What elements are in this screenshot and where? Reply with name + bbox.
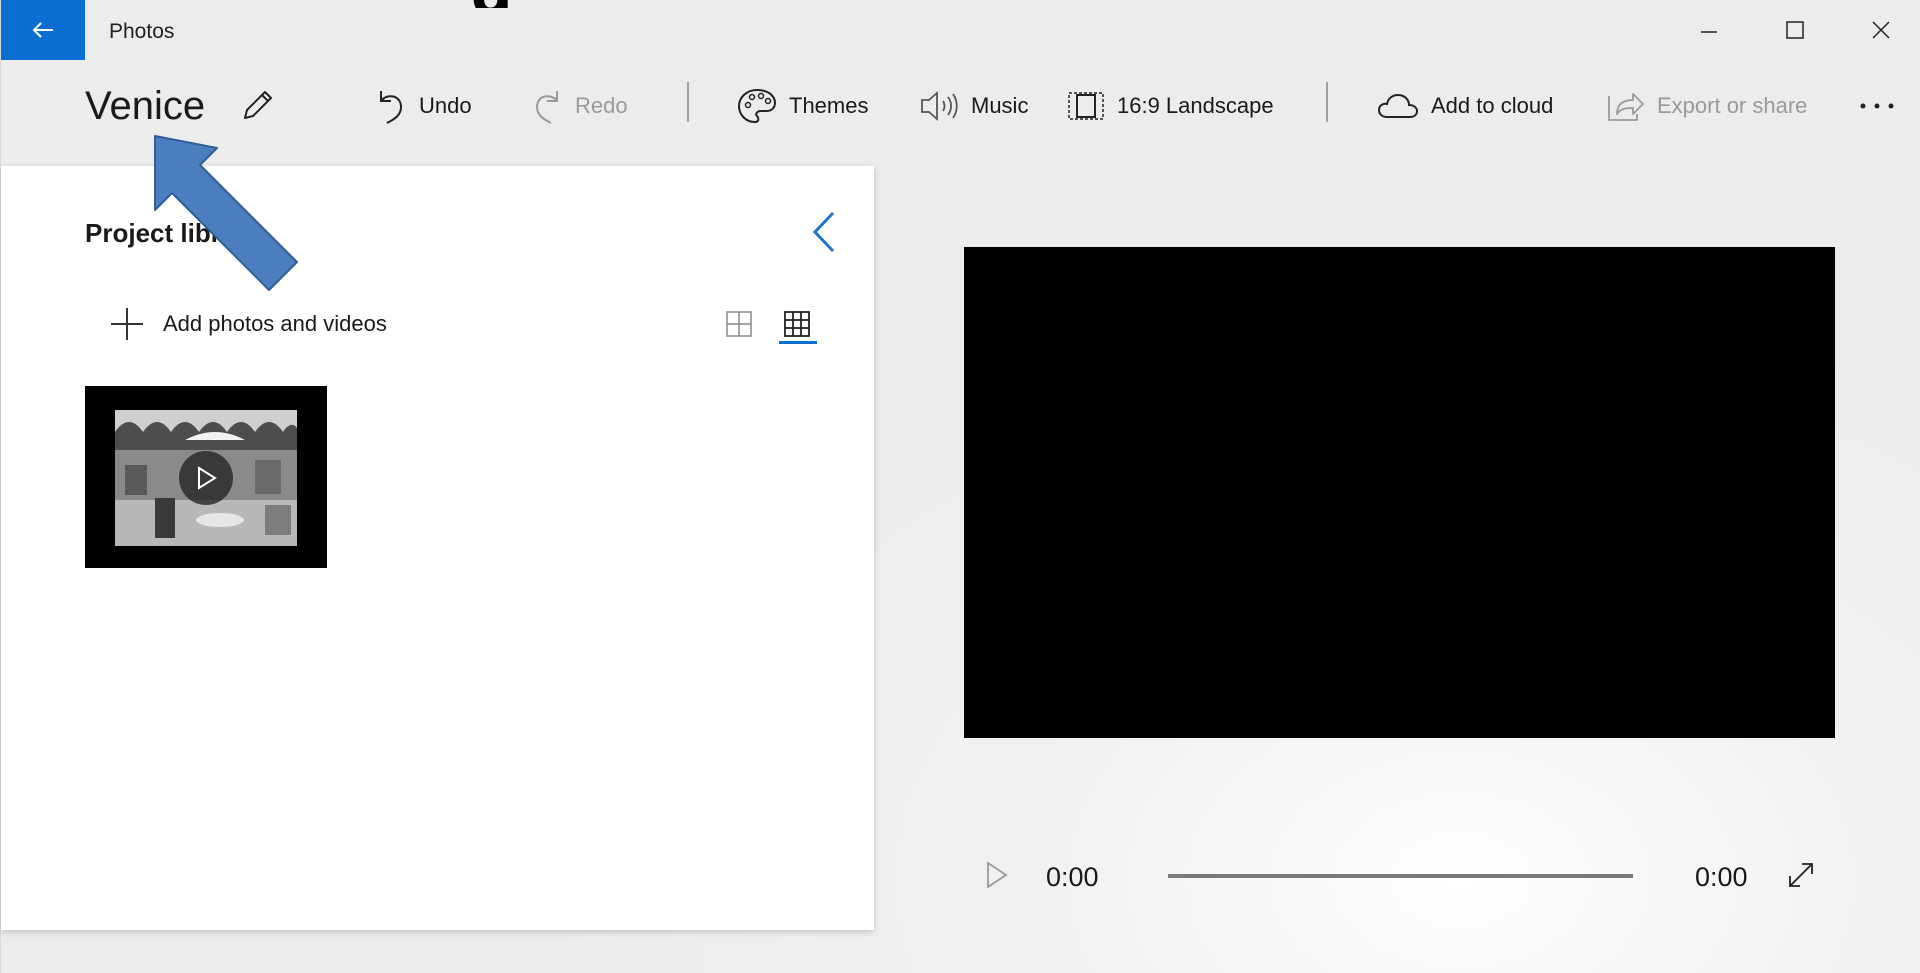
play-icon [198,466,217,490]
themes-label: Themes [789,93,869,118]
large-grid-view-button[interactable] [721,306,757,342]
export-share-label: Export or share [1657,93,1808,118]
more-options-button[interactable] [1859,86,1899,126]
add-to-cloud-label: Add to cloud [1431,93,1554,118]
rename-button[interactable] [237,84,277,129]
minimize-icon [1701,31,1717,33]
total-time: 0:00 [1695,862,1748,892]
fullscreen-button[interactable] [1786,860,1816,895]
redo-label: Redo [575,93,628,118]
toolbar-divider [687,82,689,122]
toolbar-divider [1326,82,1328,122]
music-button[interactable]: Music [919,86,1028,126]
title-bar: Photos [1,0,1920,60]
video-preview[interactable] [964,247,1835,738]
photos-window: g Photos Venice Undo [0,0,1920,973]
aspect-ratio-button[interactable]: 16:9 Landscape [1067,86,1274,126]
redo-button[interactable]: Redo [531,86,628,126]
back-arrow-icon [32,22,53,38]
undo-button[interactable]: Undo [375,86,472,126]
video-thumbnail[interactable] [85,386,327,568]
redo-icon [535,91,558,124]
minimize-button[interactable] [1689,12,1729,48]
app-title: Photos [109,20,175,43]
pencil-icon [244,91,272,119]
thumbnail-play-overlay [179,451,233,505]
undo-label: Undo [419,93,472,118]
seek-bar[interactable] [1168,874,1633,878]
palette-icon [737,88,777,124]
add-photos-videos-label: Add photos and videos [163,311,387,336]
small-grid-view-button[interactable] [779,306,815,342]
selected-view-indicator [779,341,817,344]
large-grid-icon [726,311,752,337]
add-to-cloud-button[interactable]: Add to cloud [1377,86,1553,126]
speaker-icon [921,91,958,121]
undo-icon [380,91,403,124]
player-controls: 0:00 0:00 [964,850,1835,900]
maximize-icon [1786,21,1804,39]
project-library-panel: Project library Add photos and videos [1,166,874,930]
small-grid-icon [784,311,810,337]
aspect-ratio-icon [1068,92,1104,120]
export-share-button[interactable]: Export or share [1605,86,1807,126]
play-button[interactable] [984,860,1010,895]
maximize-button[interactable] [1775,12,1815,48]
back-button[interactable] [1,0,85,60]
plus-icon [111,308,143,340]
expand-icon [1789,863,1813,887]
project-title[interactable]: Venice [85,84,205,129]
close-icon [1872,21,1890,39]
annotation-arrow-icon [154,135,298,291]
video-thumbnail-image [115,410,297,546]
share-icon [1608,93,1644,121]
play-icon [987,861,1008,889]
themes-button[interactable]: Themes [737,86,868,126]
current-time: 0:00 [1046,862,1099,892]
aspect-ratio-label: 16:9 Landscape [1117,93,1274,118]
cloud-icon [1377,93,1419,118]
annotation-arrow [141,128,311,313]
close-button[interactable] [1861,12,1901,48]
chevron-left-icon [812,211,835,253]
more-icon [1860,103,1894,109]
collapse-library-button[interactable] [809,210,839,259]
music-label: Music [971,93,1029,118]
